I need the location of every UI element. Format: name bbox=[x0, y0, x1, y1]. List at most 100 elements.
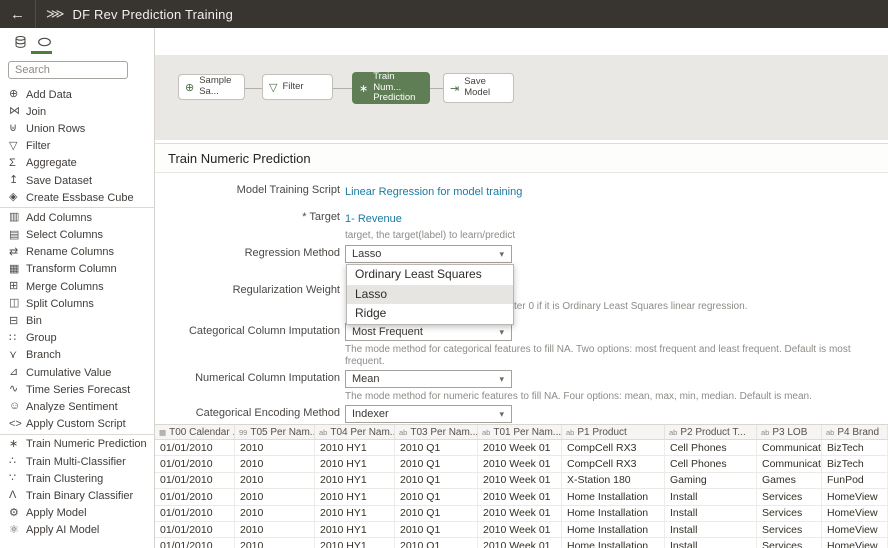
table-cell: 2010 bbox=[235, 538, 315, 548]
sidebar-item-label: Train Clustering bbox=[26, 473, 103, 485]
page-title: DF Rev Prediction Training bbox=[73, 7, 234, 22]
sidebar-item-apply-model[interactable]: ⚙Apply Model bbox=[0, 505, 154, 522]
back-button[interactable]: ← bbox=[0, 0, 36, 28]
sidebar-item-add-data[interactable]: ⊕Add Data bbox=[0, 86, 154, 103]
dropdown-option-ridge[interactable]: Ridge bbox=[347, 304, 513, 324]
sidebar-item-create-essbase-cube[interactable]: ◈Create Essbase Cube bbox=[0, 189, 154, 206]
column-header-p2-product-t[interactable]: abP2 Product T... bbox=[665, 425, 757, 439]
sidebar-item-train-multi-classifier[interactable]: ∴Train Multi-Classifier bbox=[0, 453, 154, 470]
field-label-regularization-weight: Regularization Weight bbox=[155, 282, 345, 313]
table-cell: 2010 HY1 bbox=[315, 506, 395, 521]
column-header-t04-per-nam[interactable]: abT04 Per Nam... bbox=[315, 425, 395, 439]
flow-node-train-numeric-prediction[interactable]: ∗Train Num...Prediction bbox=[352, 72, 430, 104]
categorical-encoding-method-select[interactable]: Indexer▾ bbox=[345, 405, 512, 423]
sidebar-item-label: Add Data bbox=[26, 89, 72, 101]
sidebar-item-cumulative-value[interactable]: ⊿Cumulative Value bbox=[0, 364, 154, 381]
sidebar-item-save-dataset[interactable]: ↥Save Dataset bbox=[0, 172, 154, 189]
sidebar-item-bin[interactable]: ⊟Bin bbox=[0, 312, 154, 329]
flow-node-label: Filter bbox=[282, 82, 303, 93]
column-header-t05-per-nam[interactable]: 99T05 Per Nam... bbox=[235, 425, 315, 439]
numerical-column-imputation-select[interactable]: Mean ▾ bbox=[345, 370, 512, 388]
sidebar-item-label: Filter bbox=[26, 140, 50, 152]
flow-connector-line bbox=[430, 88, 443, 89]
field-label-target: * Target bbox=[155, 209, 345, 242]
table-body: 01/01/201020102010 HY12010 Q12010 Week 0… bbox=[155, 440, 888, 548]
apply-ai-model-icon: ⚛ bbox=[9, 525, 26, 536]
split-columns-icon: ◫ bbox=[9, 298, 26, 309]
column-header-p1-product[interactable]: abP1 Product bbox=[562, 425, 665, 439]
sidebar-item-apply-ai-model[interactable]: ⚛Apply AI Model bbox=[0, 522, 154, 539]
table-cell: 2010 Q1 bbox=[395, 506, 478, 521]
flow-canvas: ⊕Sample Sa... ▽Filter ∗Train Num...Predict… bbox=[155, 55, 888, 140]
select-value: Indexer bbox=[352, 408, 389, 420]
table-cell: 2010 Week 01 bbox=[478, 506, 562, 521]
table-cell: Home Installation bbox=[562, 522, 665, 537]
field-content-categorical-column-imputation: Most Frequent▾The mode method for catego… bbox=[345, 323, 888, 368]
bin-icon: ⊟ bbox=[9, 316, 26, 327]
sidebar-group: ⊕Add Data⋈Join⊎Union Rows▽FilterΣAggrega… bbox=[0, 86, 154, 206]
flow-node-save-model[interactable]: ⇥SaveModel bbox=[443, 73, 514, 103]
target-link[interactable]: 1- Revenue bbox=[345, 211, 402, 228]
sidebar-item-join[interactable]: ⋈Join bbox=[0, 103, 154, 120]
tab-data-elements[interactable] bbox=[8, 30, 32, 54]
flow-node-sample-save[interactable]: ⊕Sample Sa... bbox=[178, 74, 245, 100]
sidebar-item-label: Branch bbox=[26, 349, 61, 361]
sidebar-item-transform-column[interactable]: ▦Transform Column bbox=[0, 261, 154, 278]
field-helper-text: The mode method for numeric features to … bbox=[345, 391, 888, 403]
search-input[interactable] bbox=[8, 61, 128, 79]
sidebar-item-train-numeric-prediction[interactable]: ∗Train Numeric Prediction bbox=[0, 436, 154, 453]
top-bar: ← ⋙ DF Rev Prediction Training bbox=[0, 0, 888, 28]
chevrons-expand-icon[interactable]: ⋙ bbox=[46, 6, 65, 22]
sidebar-item-label: Group bbox=[26, 332, 57, 344]
column-type-text-icon: ab bbox=[826, 428, 834, 437]
sidebar-item-aggregate[interactable]: ΣAggregate bbox=[0, 155, 154, 172]
sidebar-item-rename-columns[interactable]: ⇄Rename Columns bbox=[0, 244, 154, 261]
flow-node-filter[interactable]: ▽Filter bbox=[262, 74, 333, 100]
union-rows-icon: ⊎ bbox=[9, 123, 26, 134]
regression-method-select[interactable]: Lasso▾Ordinary Least SquaresLassoRidge bbox=[345, 245, 512, 263]
sidebar-item-label: Union Rows bbox=[26, 123, 85, 135]
column-header-p3-lob[interactable]: abP3 LOB bbox=[757, 425, 822, 439]
select-value: Lasso bbox=[352, 248, 381, 260]
sidebar-item-time-series-forecast[interactable]: ∿Time Series Forecast bbox=[0, 381, 154, 398]
sidebar-item-label: Apply Model bbox=[26, 507, 87, 519]
sidebar-item-label: Create Essbase Cube bbox=[26, 192, 134, 204]
column-type-number-icon: 99 bbox=[239, 428, 247, 437]
table-cell: Install bbox=[665, 522, 757, 537]
sidebar: ⊕Add Data⋈Join⊎Union Rows▽FilterΣAggrega… bbox=[0, 28, 155, 548]
sidebar-item-label: Transform Column bbox=[26, 263, 117, 275]
column-header-t01-per-nam[interactable]: abT01 Per Nam... bbox=[478, 425, 562, 439]
sidebar-item-group[interactable]: ∷Group bbox=[0, 330, 154, 347]
column-header-t00-calendar[interactable]: ▦T00 Calendar ... bbox=[155, 425, 235, 439]
sidebar-item-union-rows[interactable]: ⊎Union Rows bbox=[0, 120, 154, 137]
sidebar-item-branch[interactable]: ⋎Branch bbox=[0, 347, 154, 364]
chevron-down-icon: ▾ bbox=[499, 374, 504, 385]
sidebar-item-train-binary-classifier[interactable]: ΛTrain Binary Classifier bbox=[0, 487, 154, 504]
sidebar-item-train-clustering[interactable]: ∵Train Clustering bbox=[0, 470, 154, 487]
sidebar-item-analyze-sentiment[interactable]: ☺Analyze Sentiment bbox=[0, 398, 154, 415]
sample-save-icon: ⊕ bbox=[185, 81, 194, 94]
sidebar-item-select-columns[interactable]: ▤Select Columns bbox=[0, 227, 154, 244]
form-row-regularization-weight: Regularization Weightter 0 if it is Ordi… bbox=[155, 282, 888, 313]
column-header-p4-brand[interactable]: abP4 Brand bbox=[822, 425, 888, 439]
sidebar-item-label: Save Dataset bbox=[26, 175, 92, 187]
dropdown-option-lasso[interactable]: Lasso bbox=[347, 285, 513, 305]
table-cell: 2010 Week 01 bbox=[478, 473, 562, 488]
model-training-script-link[interactable]: Linear Regression for model training bbox=[345, 184, 522, 201]
dropdown-option-ordinary-least-squares[interactable]: Ordinary Least Squares bbox=[347, 265, 513, 285]
column-header-t03-per-nam[interactable]: abT03 Per Nam... bbox=[395, 425, 478, 439]
sidebar-item-label: Split Columns bbox=[26, 298, 94, 310]
table-cell: HomeView bbox=[822, 538, 888, 548]
add-data-icon: ⊕ bbox=[9, 89, 26, 100]
sidebar-item-apply-custom-script[interactable]: <>Apply Custom Script bbox=[0, 416, 154, 433]
sidebar-item-label: Join bbox=[26, 106, 46, 118]
sidebar-item-split-columns[interactable]: ◫Split Columns bbox=[0, 295, 154, 312]
sidebar-item-merge-columns[interactable]: ⊞Merge Columns bbox=[0, 278, 154, 295]
table-row: 01/01/201020102010 HY12010 Q12010 Week 0… bbox=[155, 522, 888, 538]
table-cell: 01/01/2010 bbox=[155, 538, 235, 548]
select-value: Mean bbox=[352, 373, 380, 385]
categorical-column-imputation-select[interactable]: Most Frequent▾ bbox=[345, 323, 512, 341]
sidebar-item-add-columns[interactable]: ▥Add Columns bbox=[0, 209, 154, 226]
table-cell: 01/01/2010 bbox=[155, 456, 235, 471]
sidebar-item-filter[interactable]: ▽Filter bbox=[0, 138, 154, 155]
